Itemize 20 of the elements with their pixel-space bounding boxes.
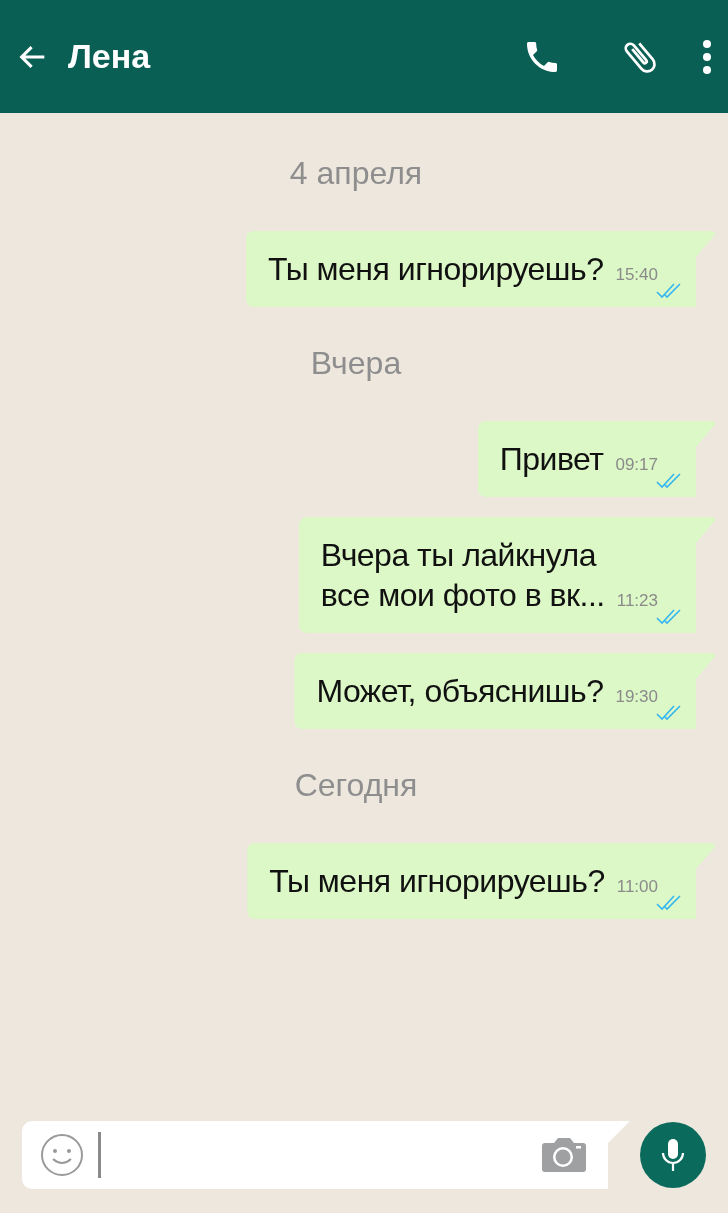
message-text: Вчера ты лайкнула все мои фото в вк...	[320, 536, 605, 615]
camera-icon[interactable]	[542, 1137, 586, 1173]
date-label: 4 апреля	[289, 154, 423, 193]
message-time: 19:30	[615, 687, 658, 707]
date-label: Сегодня	[294, 766, 418, 805]
more-options-icon[interactable]	[702, 38, 712, 75]
emoji-icon[interactable]	[40, 1133, 84, 1177]
date-label: Вчера	[310, 344, 402, 383]
microphone-icon	[660, 1138, 686, 1172]
message-time: 15:40	[615, 265, 658, 285]
contact-name[interactable]: Лена	[68, 31, 151, 82]
message-time: 09:17	[615, 455, 658, 475]
message-time: 11:00	[616, 877, 658, 897]
message-text: Ты меня игнорируешь?	[269, 862, 605, 901]
text-cursor	[98, 1132, 101, 1178]
message-text: Ты меня игнорируешь?	[268, 250, 604, 289]
message-input-field[interactable]	[22, 1121, 630, 1189]
message-text: Привет	[499, 440, 604, 479]
message-text: Может, объяснишь?	[316, 672, 604, 711]
message-time: 11:23	[616, 591, 658, 611]
